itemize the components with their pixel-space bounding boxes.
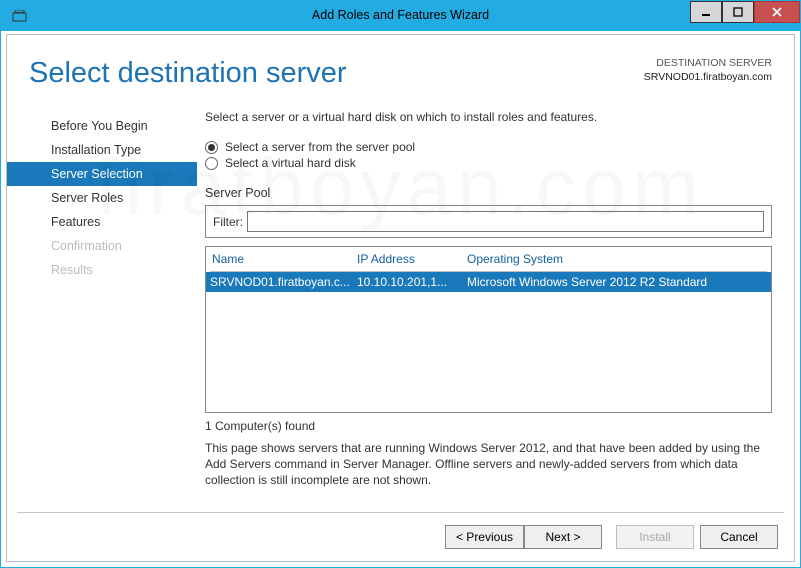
destination-server-box: DESTINATION SERVER SRVNOD01.firatboyan.c… bbox=[644, 57, 772, 84]
install-button: Install bbox=[616, 525, 694, 549]
cell-ip: 10.10.10.201,1... bbox=[357, 275, 467, 289]
titlebar: Add Roles and Features Wizard bbox=[1, 1, 800, 31]
filter-container: Filter: bbox=[205, 205, 772, 238]
page-title: Select destination server bbox=[29, 57, 347, 90]
next-button[interactable]: Next > bbox=[524, 525, 602, 549]
radio-server-pool[interactable]: Select a server from the server pool bbox=[205, 140, 772, 154]
column-header-name[interactable]: Name bbox=[212, 252, 357, 266]
wizard-window: Add Roles and Features Wizard firatboyan… bbox=[0, 0, 801, 568]
cancel-button[interactable]: Cancel bbox=[700, 525, 778, 549]
footer: < Previous Next > Install Cancel bbox=[7, 513, 794, 561]
radio-server-pool-label: Select a server from the server pool bbox=[225, 140, 415, 154]
cell-name: SRVNOD01.firatboyan.c... bbox=[210, 275, 357, 289]
instruction-text: Select a server or a virtual hard disk o… bbox=[205, 110, 772, 124]
close-button[interactable] bbox=[754, 1, 800, 23]
server-list: SRVNOD01.firatboyan.c... 10.10.10.201,1.… bbox=[206, 272, 771, 412]
cell-os: Microsoft Windows Server 2012 R2 Standar… bbox=[467, 275, 767, 289]
column-header-os[interactable]: Operating System bbox=[467, 252, 765, 266]
window-controls bbox=[690, 1, 800, 31]
maximize-button[interactable] bbox=[722, 1, 754, 23]
radio-icon bbox=[205, 157, 218, 170]
destination-server-value: SRVNOD01.firatboyan.com bbox=[644, 71, 772, 85]
server-table: Name IP Address Operating System SRVNOD0… bbox=[205, 246, 772, 413]
step-before-you-begin[interactable]: Before You Begin bbox=[7, 114, 197, 138]
radio-vhd-label: Select a virtual hard disk bbox=[225, 156, 356, 170]
step-confirmation: Confirmation bbox=[7, 234, 197, 258]
server-pool-label: Server Pool bbox=[205, 186, 772, 200]
filter-label: Filter: bbox=[213, 215, 243, 229]
table-row[interactable]: SRVNOD01.firatboyan.c... 10.10.10.201,1.… bbox=[206, 272, 771, 292]
page-note: This page shows servers that are running… bbox=[205, 440, 772, 489]
step-server-roles[interactable]: Server Roles bbox=[7, 186, 197, 210]
step-features[interactable]: Features bbox=[7, 210, 197, 234]
step-results: Results bbox=[7, 258, 197, 282]
main-panel: Select a server or a virtual hard disk o… bbox=[197, 110, 794, 508]
column-header-ip[interactable]: IP Address bbox=[357, 252, 467, 266]
radio-icon bbox=[205, 141, 218, 154]
wizard-steps: Before You Begin Installation Type Serve… bbox=[7, 110, 197, 508]
computers-found-text: 1 Computer(s) found bbox=[205, 419, 772, 433]
previous-button[interactable]: < Previous bbox=[445, 525, 524, 549]
step-installation-type[interactable]: Installation Type bbox=[7, 138, 197, 162]
step-server-selection[interactable]: Server Selection bbox=[7, 162, 197, 186]
destination-server-label: DESTINATION SERVER bbox=[644, 57, 772, 71]
window-title: Add Roles and Features Wizard bbox=[1, 8, 800, 22]
radio-virtual-hard-disk[interactable]: Select a virtual hard disk bbox=[205, 156, 772, 170]
filter-input[interactable] bbox=[247, 211, 764, 232]
minimize-button[interactable] bbox=[690, 1, 722, 23]
app-icon bbox=[9, 8, 29, 24]
